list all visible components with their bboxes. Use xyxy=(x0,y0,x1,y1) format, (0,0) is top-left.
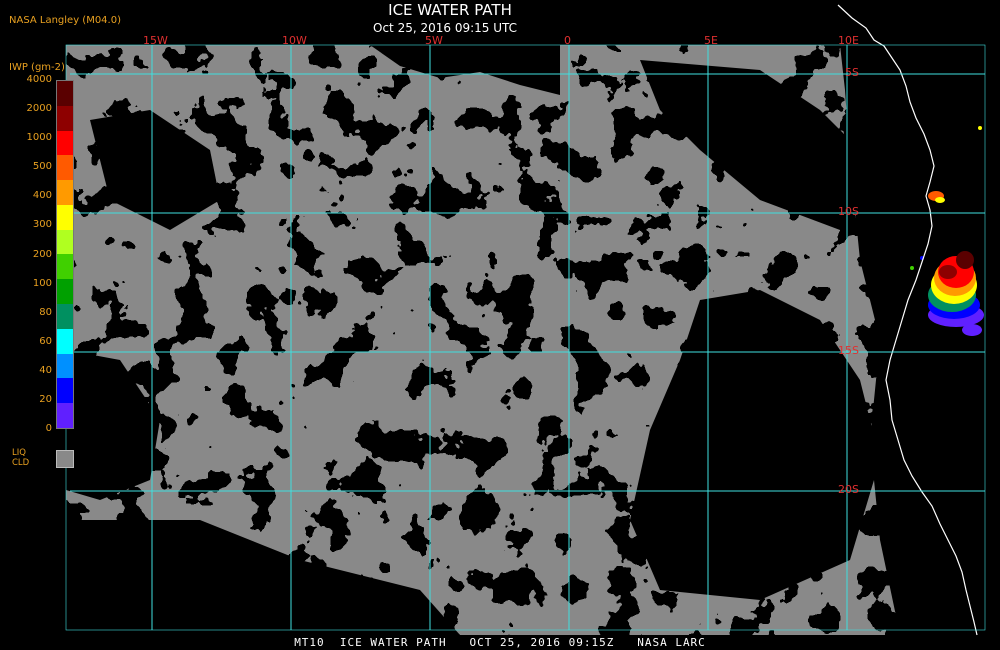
legend-swatch xyxy=(57,279,73,305)
legend-liquid-cloud-swatch xyxy=(56,450,74,468)
legend-swatch xyxy=(57,403,73,428)
longitude-label-5w: 5W xyxy=(425,34,443,47)
satellite-product-page: NASA Langley (M04.0) ICE WATER PATH Oct … xyxy=(0,0,1000,650)
legend-swatch xyxy=(57,254,73,280)
longitude-label-0: 0 xyxy=(564,34,571,47)
legend-tick-label: 80 xyxy=(39,306,52,318)
legend-swatch xyxy=(57,204,73,230)
legend-tick-label: 0 xyxy=(45,423,52,434)
legend-swatch xyxy=(57,328,73,354)
legend-swatch xyxy=(57,304,73,329)
legend-tick-label: 20 xyxy=(39,393,52,405)
legend-tick-label: 500 xyxy=(32,161,52,173)
legend-tick-label: 40 xyxy=(39,364,52,376)
legend-tick-label: 300 xyxy=(32,219,52,231)
product-title: ICE WATER PATH xyxy=(388,1,512,19)
legend-swatch xyxy=(57,229,73,255)
legend-swatch xyxy=(57,130,73,156)
legend-swatch xyxy=(57,378,73,404)
longitude-label-10e: 10E xyxy=(838,34,859,47)
latitude-label-5s: 5S xyxy=(845,66,859,79)
legend-swatch xyxy=(57,81,73,106)
legend-liquid-label-1: LIQ xyxy=(12,448,26,458)
legend-tick-label: 400 xyxy=(32,190,52,202)
iwp-legend: IWP (gm-2) 4000 2000 1000 500 400 300 200 100 80… xyxy=(0,60,80,480)
latitude-label-20s: 20S xyxy=(838,483,859,496)
footer-caption: MT10 ICE WATER PATH OCT 25, 2016 09:15Z … xyxy=(294,636,706,649)
legend-tick-label: 60 xyxy=(39,335,52,347)
longitude-label-15w: 15W xyxy=(143,34,168,47)
latitude-label-15s: 15S xyxy=(838,344,859,357)
latitude-label-10s: 10S xyxy=(838,205,859,218)
product-timestamp: Oct 25, 2016 09:15 UTC xyxy=(373,21,517,35)
legend-tick-label: 200 xyxy=(32,248,52,260)
legend-swatch xyxy=(57,155,73,181)
legend-color-bar xyxy=(56,80,74,429)
legend-swatch xyxy=(57,180,73,205)
longitude-label-10w: 10W xyxy=(282,34,307,47)
legend-liquid-label-2: CLD xyxy=(12,458,30,468)
legend-tick-label: 4000 xyxy=(26,74,52,85)
producer-label: NASA Langley (M04.0) xyxy=(9,15,121,26)
legend-swatch xyxy=(57,353,73,379)
legend-tick-label: 1000 xyxy=(26,132,52,144)
ice-water-path-map xyxy=(65,4,986,636)
legend-tick-label: 2000 xyxy=(26,103,52,115)
legend-unit-label: IWP (gm-2) xyxy=(9,62,65,73)
legend-tick-label: 100 xyxy=(32,277,52,289)
longitude-label-5e: 5E xyxy=(704,34,718,47)
legend-swatch xyxy=(57,105,73,131)
